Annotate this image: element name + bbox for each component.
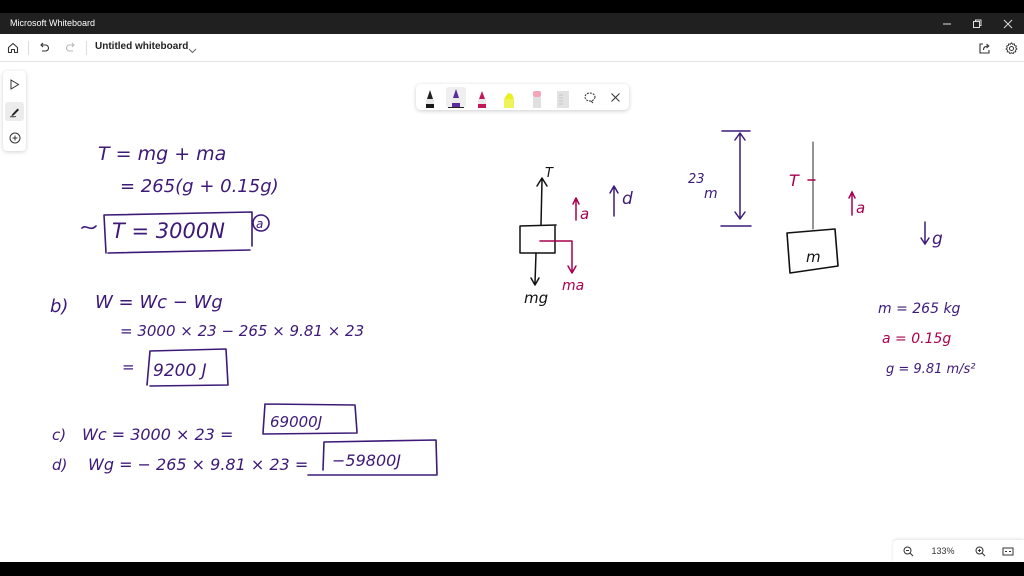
window-title: Microsoft Whiteboard bbox=[10, 18, 96, 28]
plus-circle-icon bbox=[9, 132, 20, 143]
minimize-icon bbox=[943, 23, 951, 24]
settings-button[interactable] bbox=[1002, 39, 1020, 57]
purple-pen-icon bbox=[448, 89, 464, 108]
left-toolbar bbox=[3, 71, 26, 151]
black-pen-button[interactable] bbox=[420, 87, 440, 108]
ink-tool-button[interactable] bbox=[5, 102, 24, 121]
close-window-button[interactable] bbox=[997, 16, 1019, 31]
restore-icon bbox=[973, 19, 982, 28]
minimize-button[interactable] bbox=[936, 16, 958, 31]
whiteboard-canvas[interactable] bbox=[0, 62, 1024, 562]
share-icon bbox=[978, 42, 990, 54]
share-button[interactable] bbox=[975, 39, 993, 57]
purple-pen-button[interactable] bbox=[446, 87, 466, 108]
close-pen-tray-button[interactable] bbox=[605, 87, 625, 108]
zoom-out-icon bbox=[903, 546, 913, 556]
restore-button[interactable] bbox=[966, 16, 988, 31]
zoom-controls: 133% bbox=[893, 540, 1024, 562]
zoom-out-button[interactable] bbox=[901, 544, 915, 558]
zoom-in-button[interactable] bbox=[973, 544, 987, 558]
chevron-down-icon bbox=[188, 48, 197, 54]
title-bar: Microsoft Whiteboard bbox=[0, 13, 1024, 34]
undo-button[interactable] bbox=[35, 39, 53, 57]
home-button[interactable] bbox=[4, 39, 22, 57]
screen-bottom-edge bbox=[0, 562, 1024, 576]
zoom-level[interactable]: 133% bbox=[927, 544, 959, 558]
screen-top-edge bbox=[0, 0, 1024, 13]
select-tool-button[interactable] bbox=[5, 75, 24, 94]
divider bbox=[86, 41, 87, 55]
ruler-icon bbox=[557, 91, 569, 108]
magenta-pen-icon bbox=[478, 91, 486, 108]
black-pen-icon bbox=[426, 90, 434, 108]
pen-tray bbox=[416, 84, 629, 110]
close-icon bbox=[610, 93, 620, 102]
document-title[interactable]: Untitled whiteboard bbox=[95, 41, 188, 52]
divider bbox=[28, 41, 29, 55]
eraser-button[interactable] bbox=[527, 87, 547, 108]
eraser-icon bbox=[533, 91, 541, 108]
gear-icon bbox=[1005, 41, 1017, 54]
fit-to-screen-button[interactable] bbox=[1001, 544, 1015, 558]
redo-button[interactable] bbox=[62, 39, 80, 57]
app-bar: Untitled whiteboard bbox=[0, 34, 1024, 62]
home-icon bbox=[7, 42, 19, 54]
ruler-button[interactable] bbox=[553, 87, 573, 108]
add-tool-button[interactable] bbox=[5, 128, 24, 147]
pointer-icon bbox=[10, 79, 20, 90]
lasso-icon bbox=[584, 92, 596, 103]
highlighter-icon bbox=[504, 93, 514, 108]
undo-icon bbox=[40, 42, 49, 52]
zoom-in-icon bbox=[975, 546, 985, 556]
yellow-highlighter-button[interactable] bbox=[499, 87, 519, 108]
fit-to-screen-icon bbox=[1002, 547, 1014, 555]
pen-icon bbox=[9, 108, 19, 117]
lasso-button[interactable] bbox=[580, 87, 600, 108]
redo-icon bbox=[66, 42, 75, 52]
close-icon bbox=[1003, 19, 1013, 28]
magenta-pen-button[interactable] bbox=[472, 87, 492, 108]
title-dropdown-button[interactable] bbox=[188, 42, 197, 60]
